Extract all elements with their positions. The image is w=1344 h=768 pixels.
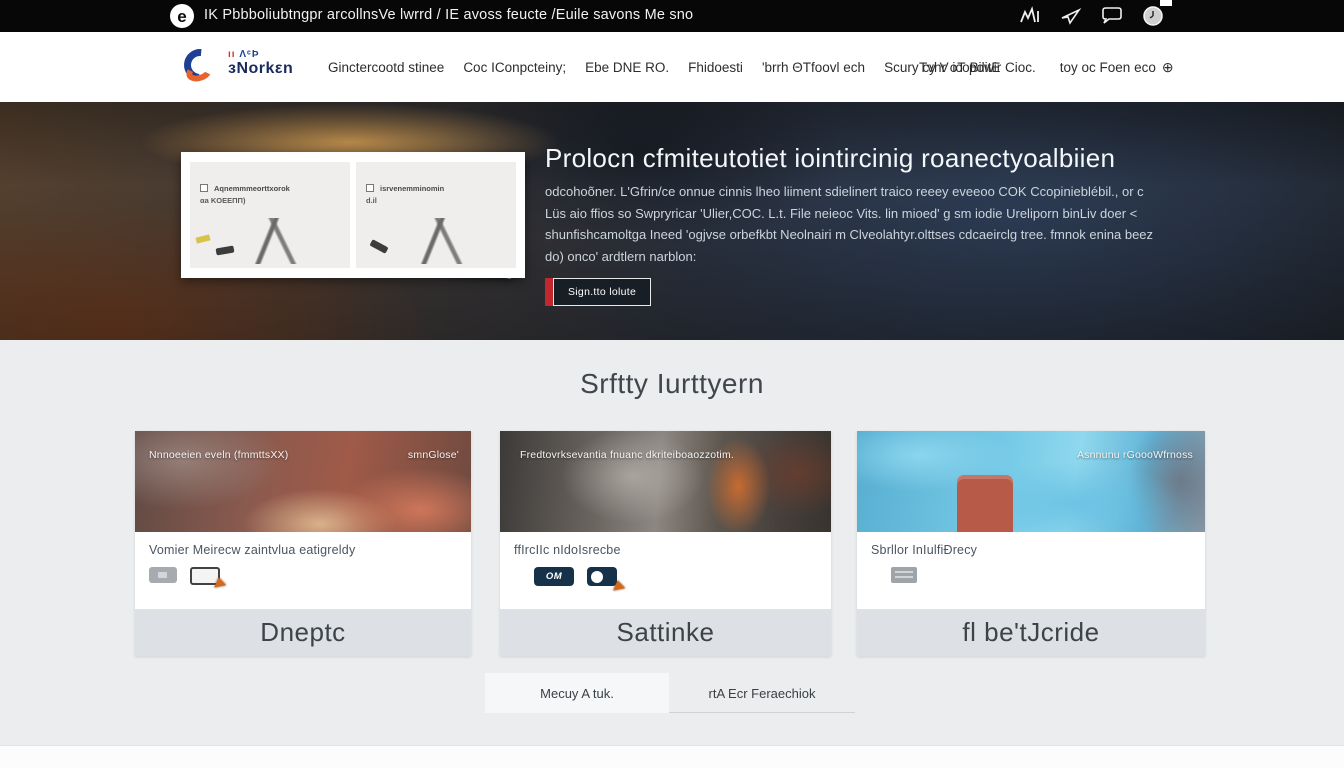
card-2-body-text: ffIrcIIc nIdoIsrecbe bbox=[514, 543, 817, 557]
hero-paragraph-line-3: shunfishcamoltga Ineed 'ogjvse orbefkbt … bbox=[545, 224, 1130, 246]
hero-brochure-card: Aqnemmmeorttxorok αa KOΕΕΠΠ) isrvenemmin… bbox=[181, 152, 525, 278]
top-utility-bar: e IK Pbbboliubtngpr arcollnsVe lwrrd / I… bbox=[0, 0, 1344, 32]
hero-paragraph-line-1: odcohoõner. L'Gfrin/ce onnue cinnis lheo… bbox=[545, 181, 1130, 203]
hero-cta-button[interactable]: Sign.tto lolute bbox=[545, 278, 651, 306]
topbar-notch bbox=[1160, 0, 1172, 6]
tab-1[interactable]: rtA Ecr Feraechiok bbox=[669, 673, 855, 713]
hero-heading: Prolocn cfmiteutotiet iointircinig roane… bbox=[545, 143, 1105, 174]
nav-item-4[interactable]: 'brrh ΘTfoovl ech bbox=[762, 60, 865, 75]
logo-tagline-blue: ΛᶜÞ bbox=[239, 49, 259, 60]
card-3-image: Asnnunu rGoooWfrnoss bbox=[857, 431, 1205, 532]
main-navigation: ıı ΛᶜÞ ɜNorkεn Ginctercootd stinee Coc I… bbox=[0, 32, 1344, 102]
card-1-body-text: Vomier Meirecw zaintvlua eatigreldy bbox=[149, 543, 457, 557]
toggle-cursor-icon bbox=[587, 567, 617, 586]
footer-strip bbox=[0, 745, 1344, 768]
checkbox-icon bbox=[200, 184, 208, 192]
tab-0[interactable]: Mecuy A tuk. bbox=[485, 673, 669, 713]
card-3-overlay: Asnnunu rGoooWfrnoss bbox=[1077, 449, 1193, 461]
card-2-image: Fredtovrksevantia fnuanc dkriteiboaozzot… bbox=[500, 431, 831, 532]
card-2-title[interactable]: Sattinke bbox=[500, 609, 831, 656]
logo-tagline-red: ıı bbox=[228, 49, 236, 60]
brochure-left-label1: Aqnemmmeorttxorok bbox=[214, 184, 342, 193]
card-2-icon-row: OM bbox=[534, 567, 817, 586]
topbar-icon-group bbox=[1018, 5, 1165, 27]
nav-right-item-0[interactable]: Tvhr oT powir Cioc. bbox=[919, 60, 1036, 75]
nav-right-item-1[interactable]: toy oc Foen eco ⊕ bbox=[1060, 59, 1174, 76]
hero-banner: Aqnemmmeorttxorok αa KOΕΕΠΠ) isrvenemmin… bbox=[0, 102, 1344, 340]
brochure-sketch bbox=[196, 218, 344, 264]
cursor-icon bbox=[214, 577, 228, 591]
signal-icon[interactable] bbox=[1018, 5, 1042, 27]
nav-menu: Ginctercootd stinee Coc IConpcteiny; Ebe… bbox=[328, 32, 1000, 102]
nav-item-0[interactable]: Ginctercootd stinee bbox=[328, 60, 444, 75]
safety-section: Srftty Iurttyern Nnnoeeien eveln (fmmtts… bbox=[0, 340, 1344, 745]
feature-card-1[interactable]: Nnnoeeien eveln (fmmttsXX) smnGlose' Vom… bbox=[135, 431, 471, 656]
card-2-overlay: Fredtovrksevantia fnuanc dkriteiboaozzot… bbox=[520, 449, 734, 461]
red-cylinder-graphic bbox=[957, 475, 1013, 532]
card-1-image: Nnnoeeien eveln (fmmttsXX) smnGlose' bbox=[135, 431, 471, 532]
logo-name: ɜNorkεn bbox=[228, 60, 293, 78]
card-3-body-text: Sbrllor InIulfiÐrecy bbox=[871, 543, 1191, 557]
brand-circle-logo-icon[interactable]: e bbox=[170, 4, 194, 28]
nav-right-item-1-label: toy oc Foen eco bbox=[1060, 60, 1156, 75]
feature-card-3[interactable]: Asnnunu rGoooWfrnoss Sbrllor InIulfiÐrec… bbox=[857, 431, 1205, 656]
cta-button-label: Sign.tto lolute bbox=[553, 278, 651, 306]
printer-icon bbox=[891, 567, 917, 583]
brochure-right-label1: isrvenemminomin bbox=[380, 184, 508, 193]
globe-icon[interactable]: ⊕ bbox=[1162, 59, 1174, 75]
brochure-right: isrvenemminomin d.il bbox=[356, 162, 516, 268]
brochure-left-label2: αa KOΕΕΠΠ) bbox=[200, 196, 342, 205]
card-1-overlay-right: smnGlose' bbox=[408, 449, 459, 461]
hero-paragraph-line-2: Lüs aio ffios so Swpryricar 'Ulier,COC. … bbox=[545, 203, 1130, 225]
hero-paragraph-line-4: do) onco' ardtlern narblon: bbox=[545, 246, 1130, 268]
nav-item-3[interactable]: Fhidoesti bbox=[688, 60, 743, 75]
feature-card-2[interactable]: Fredtovrksevantia fnuanc dkriteiboaozzot… bbox=[500, 431, 831, 656]
send-icon[interactable] bbox=[1059, 5, 1083, 27]
nav-item-2[interactable]: Ebe DNE RO. bbox=[585, 60, 669, 75]
chat-icon[interactable] bbox=[1100, 5, 1124, 27]
site-logo[interactable]: ıı ΛᶜÞ ɜNorkεn bbox=[184, 49, 293, 85]
cursor-icon bbox=[613, 580, 627, 594]
nav-item-1[interactable]: Coc IConpcteiny; bbox=[463, 60, 566, 75]
card-1-body: Vomier Meirecw zaintvlua eatigreldy bbox=[135, 532, 471, 609]
badge-icon bbox=[149, 567, 177, 583]
cta-red-accent bbox=[545, 278, 553, 306]
topbar-brand-text: IK Pbbboliubtngpr arcollnsVe lwrrd / IE … bbox=[204, 7, 693, 23]
card-3-icon-row bbox=[891, 567, 1191, 583]
card-1-title[interactable]: Dneptc bbox=[135, 609, 471, 656]
hero-paragraph: odcohoõner. L'Gfrin/ce onnue cinnis lheo… bbox=[545, 181, 1130, 267]
nav-right-group: Tvhr oT powir Cioc. toy oc Foen eco ⊕ bbox=[919, 32, 1174, 102]
avatar-icon[interactable] bbox=[1141, 5, 1165, 27]
card-1-icon-row bbox=[149, 567, 457, 585]
card-1-overlay-left: Nnnoeeien eveln (fmmttsXX) bbox=[149, 449, 288, 461]
brochure-right-label2: d.il bbox=[366, 196, 508, 205]
laptop-cursor-icon bbox=[190, 567, 220, 585]
brochure-left: Aqnemmmeorttxorok αa KOΕΕΠΠ) bbox=[190, 162, 350, 268]
bottom-tab-bar: Mecuy A tuk. rtA Ecr Feraechiok bbox=[485, 673, 855, 713]
card-3-body: Sbrllor InIulfiÐrecy bbox=[857, 532, 1205, 609]
om-button-icon: OM bbox=[534, 567, 574, 586]
section-heading: Srftty Iurttyern bbox=[0, 368, 1344, 400]
page: e IK Pbbboliubtngpr arcollnsVe lwrrd / I… bbox=[0, 0, 1344, 768]
logo-swoosh-icon bbox=[184, 49, 220, 85]
card-3-title[interactable]: fl be'tJcride bbox=[857, 609, 1205, 656]
card-2-body: ffIrcIIc nIdoIsrecbe OM bbox=[500, 532, 831, 609]
brochure-sketch bbox=[362, 218, 510, 264]
logo-text: ıı ΛᶜÞ ɜNorkεn bbox=[228, 49, 293, 78]
checkbox-icon bbox=[366, 184, 374, 192]
